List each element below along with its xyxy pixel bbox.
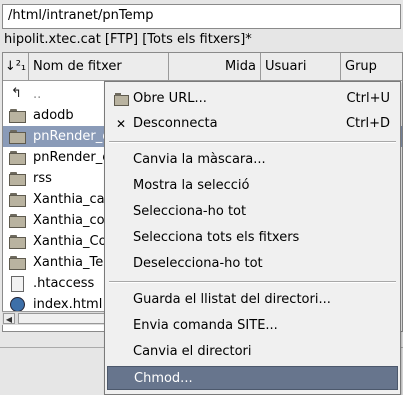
file-name: Xanthia_Co bbox=[33, 234, 107, 249]
path-input[interactable]: /html/intranet/pnTemp bbox=[2, 4, 401, 29]
folder-icon bbox=[9, 256, 26, 270]
file-name: pnRender_c bbox=[33, 129, 110, 144]
folder-icon bbox=[9, 214, 26, 228]
menu-item-label: Canvia la màscara... bbox=[133, 152, 266, 167]
context-menu: Obre URL... Ctrl+U ✕ Desconnecta Ctrl+D … bbox=[104, 81, 401, 395]
menu-separator bbox=[109, 281, 396, 283]
document-icon bbox=[9, 276, 25, 292]
file-name: Xanthia_ca bbox=[33, 192, 105, 207]
folder-icon bbox=[9, 130, 26, 144]
menu-item-label: Mostra la selecció bbox=[133, 178, 250, 193]
menu-item-select-all-files[interactable]: Selecciona tots els fitxers bbox=[107, 226, 398, 250]
column-header-name[interactable]: Nom de fitxer bbox=[29, 53, 169, 81]
folder-icon bbox=[9, 172, 26, 186]
folder-icon bbox=[9, 109, 26, 123]
menu-item-change-directory[interactable]: Canvia el directori bbox=[107, 340, 398, 364]
menu-item-deselect-all[interactable]: Deselecciona-ho tot bbox=[107, 252, 398, 276]
file-name: .. bbox=[33, 87, 42, 102]
menu-item-change-mask[interactable]: Canvia la màscara... bbox=[107, 148, 398, 172]
menu-item-select-all[interactable]: Selecciona-ho tot bbox=[107, 200, 398, 224]
menu-item-label: Guarda el llistat del directori... bbox=[133, 292, 331, 307]
file-name: adodb bbox=[33, 108, 74, 123]
scroll-left-icon[interactable]: ◀ bbox=[3, 313, 15, 324]
menu-item-shortcut: Ctrl+D bbox=[345, 116, 390, 131]
menu-item-send-site-command[interactable]: Envia comanda SITE... bbox=[107, 314, 398, 338]
menu-item-disconnect[interactable]: ✕ Desconnecta Ctrl+D bbox=[107, 112, 398, 136]
menu-separator bbox=[109, 141, 396, 143]
column-header-user[interactable]: Usuari bbox=[261, 53, 341, 81]
up-arrow-icon: ↰ bbox=[11, 86, 22, 101]
menu-item-label: Obre URL... bbox=[133, 91, 207, 106]
close-x-icon: ✕ bbox=[115, 117, 127, 131]
globe-icon bbox=[9, 297, 25, 312]
menu-item-label: Selecciona tots els fitxers bbox=[133, 230, 300, 245]
sort-order-icon[interactable]: ↓²₁ bbox=[3, 53, 29, 81]
menu-item-label: Deselecciona-ho tot bbox=[133, 256, 263, 271]
file-name: Xanthia_Te bbox=[33, 255, 104, 270]
menu-item-shortcut: Ctrl+U bbox=[346, 91, 390, 106]
menu-item-label: Canvia el directori bbox=[133, 344, 252, 359]
menu-item-label: Envia comanda SITE... bbox=[133, 318, 278, 333]
site-label: hipolit.xtec.cat [FTP] [Tots els fitxers… bbox=[4, 32, 252, 47]
menu-item-chmod[interactable]: Chmod... bbox=[107, 366, 398, 390]
menu-item-label: Chmod... bbox=[134, 371, 193, 386]
file-name: pnRender_c bbox=[33, 150, 110, 165]
menu-item-label: Selecciona-ho tot bbox=[133, 204, 247, 219]
file-name: .htaccess bbox=[33, 276, 95, 291]
folder-icon bbox=[9, 235, 26, 249]
menu-item-open-url[interactable]: Obre URL... Ctrl+U bbox=[107, 87, 398, 111]
menu-item-save-listing[interactable]: Guarda el llistat del directori... bbox=[107, 288, 398, 312]
file-name: rss bbox=[33, 171, 52, 186]
menu-item-show-selection[interactable]: Mostra la selecció bbox=[107, 174, 398, 198]
folder-icon bbox=[9, 193, 26, 207]
column-header-group[interactable]: Grup bbox=[341, 53, 402, 81]
folder-icon bbox=[9, 151, 26, 165]
column-header-size[interactable]: Mida bbox=[169, 53, 261, 81]
menu-item-label: Desconnecta bbox=[133, 116, 218, 131]
file-name: Xanthia_co bbox=[33, 213, 105, 228]
